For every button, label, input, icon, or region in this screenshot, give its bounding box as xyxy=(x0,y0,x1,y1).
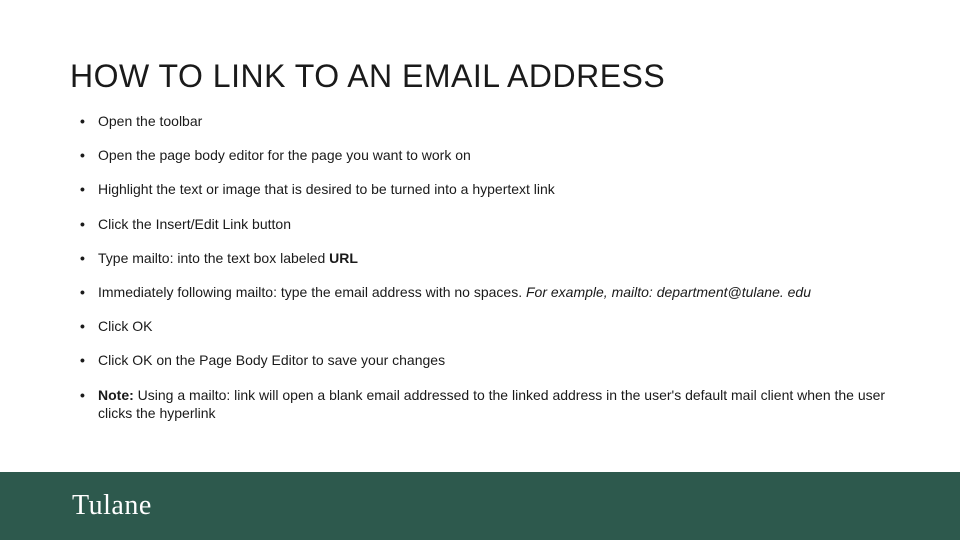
list-item: Open the toolbar xyxy=(70,112,900,130)
list-item-text: Click the Insert/Edit Link button xyxy=(98,216,291,232)
list-item: Immediately following mailto: type the e… xyxy=(70,283,900,301)
list-item-italic: For example, mailto: department@tulane. … xyxy=(526,284,811,300)
list-item-text: Using a mailto: link will open a blank e… xyxy=(98,387,885,421)
list-item-text: Immediately following mailto: type the e… xyxy=(98,284,526,300)
content-area: Open the toolbar Open the page body edit… xyxy=(70,112,900,438)
list-item-text: Highlight the text or image that is desi… xyxy=(98,181,555,197)
list-item-bold: Note: xyxy=(98,387,138,403)
bullet-list: Open the toolbar Open the page body edit… xyxy=(70,112,900,422)
list-item: Click OK on the Page Body Editor to save… xyxy=(70,351,900,369)
list-item-text: Open the toolbar xyxy=(98,113,202,129)
list-item: Type mailto: into the text box labeled U… xyxy=(70,249,900,267)
list-item: Note: Using a mailto: link will open a b… xyxy=(70,386,900,422)
list-item-text: Type mailto: into the text box labeled xyxy=(98,250,329,266)
list-item-text: Click OK xyxy=(98,318,152,334)
list-item: Click the Insert/Edit Link button xyxy=(70,215,900,233)
page-title: HOW TO LINK TO AN EMAIL ADDRESS xyxy=(70,58,665,95)
list-item: Click OK xyxy=(70,317,900,335)
brand-logo-text: Tulane xyxy=(72,490,152,522)
list-item: Highlight the text or image that is desi… xyxy=(70,180,900,198)
brand-logo: Tulane xyxy=(72,490,152,522)
list-item-bold: URL xyxy=(329,250,358,266)
list-item: Open the page body editor for the page y… xyxy=(70,146,900,164)
slide: HOW TO LINK TO AN EMAIL ADDRESS Open the… xyxy=(0,0,960,540)
list-item-text: Click OK on the Page Body Editor to save… xyxy=(98,352,445,368)
list-item-text: Open the page body editor for the page y… xyxy=(98,147,471,163)
footer-bar: Tulane xyxy=(0,472,960,540)
